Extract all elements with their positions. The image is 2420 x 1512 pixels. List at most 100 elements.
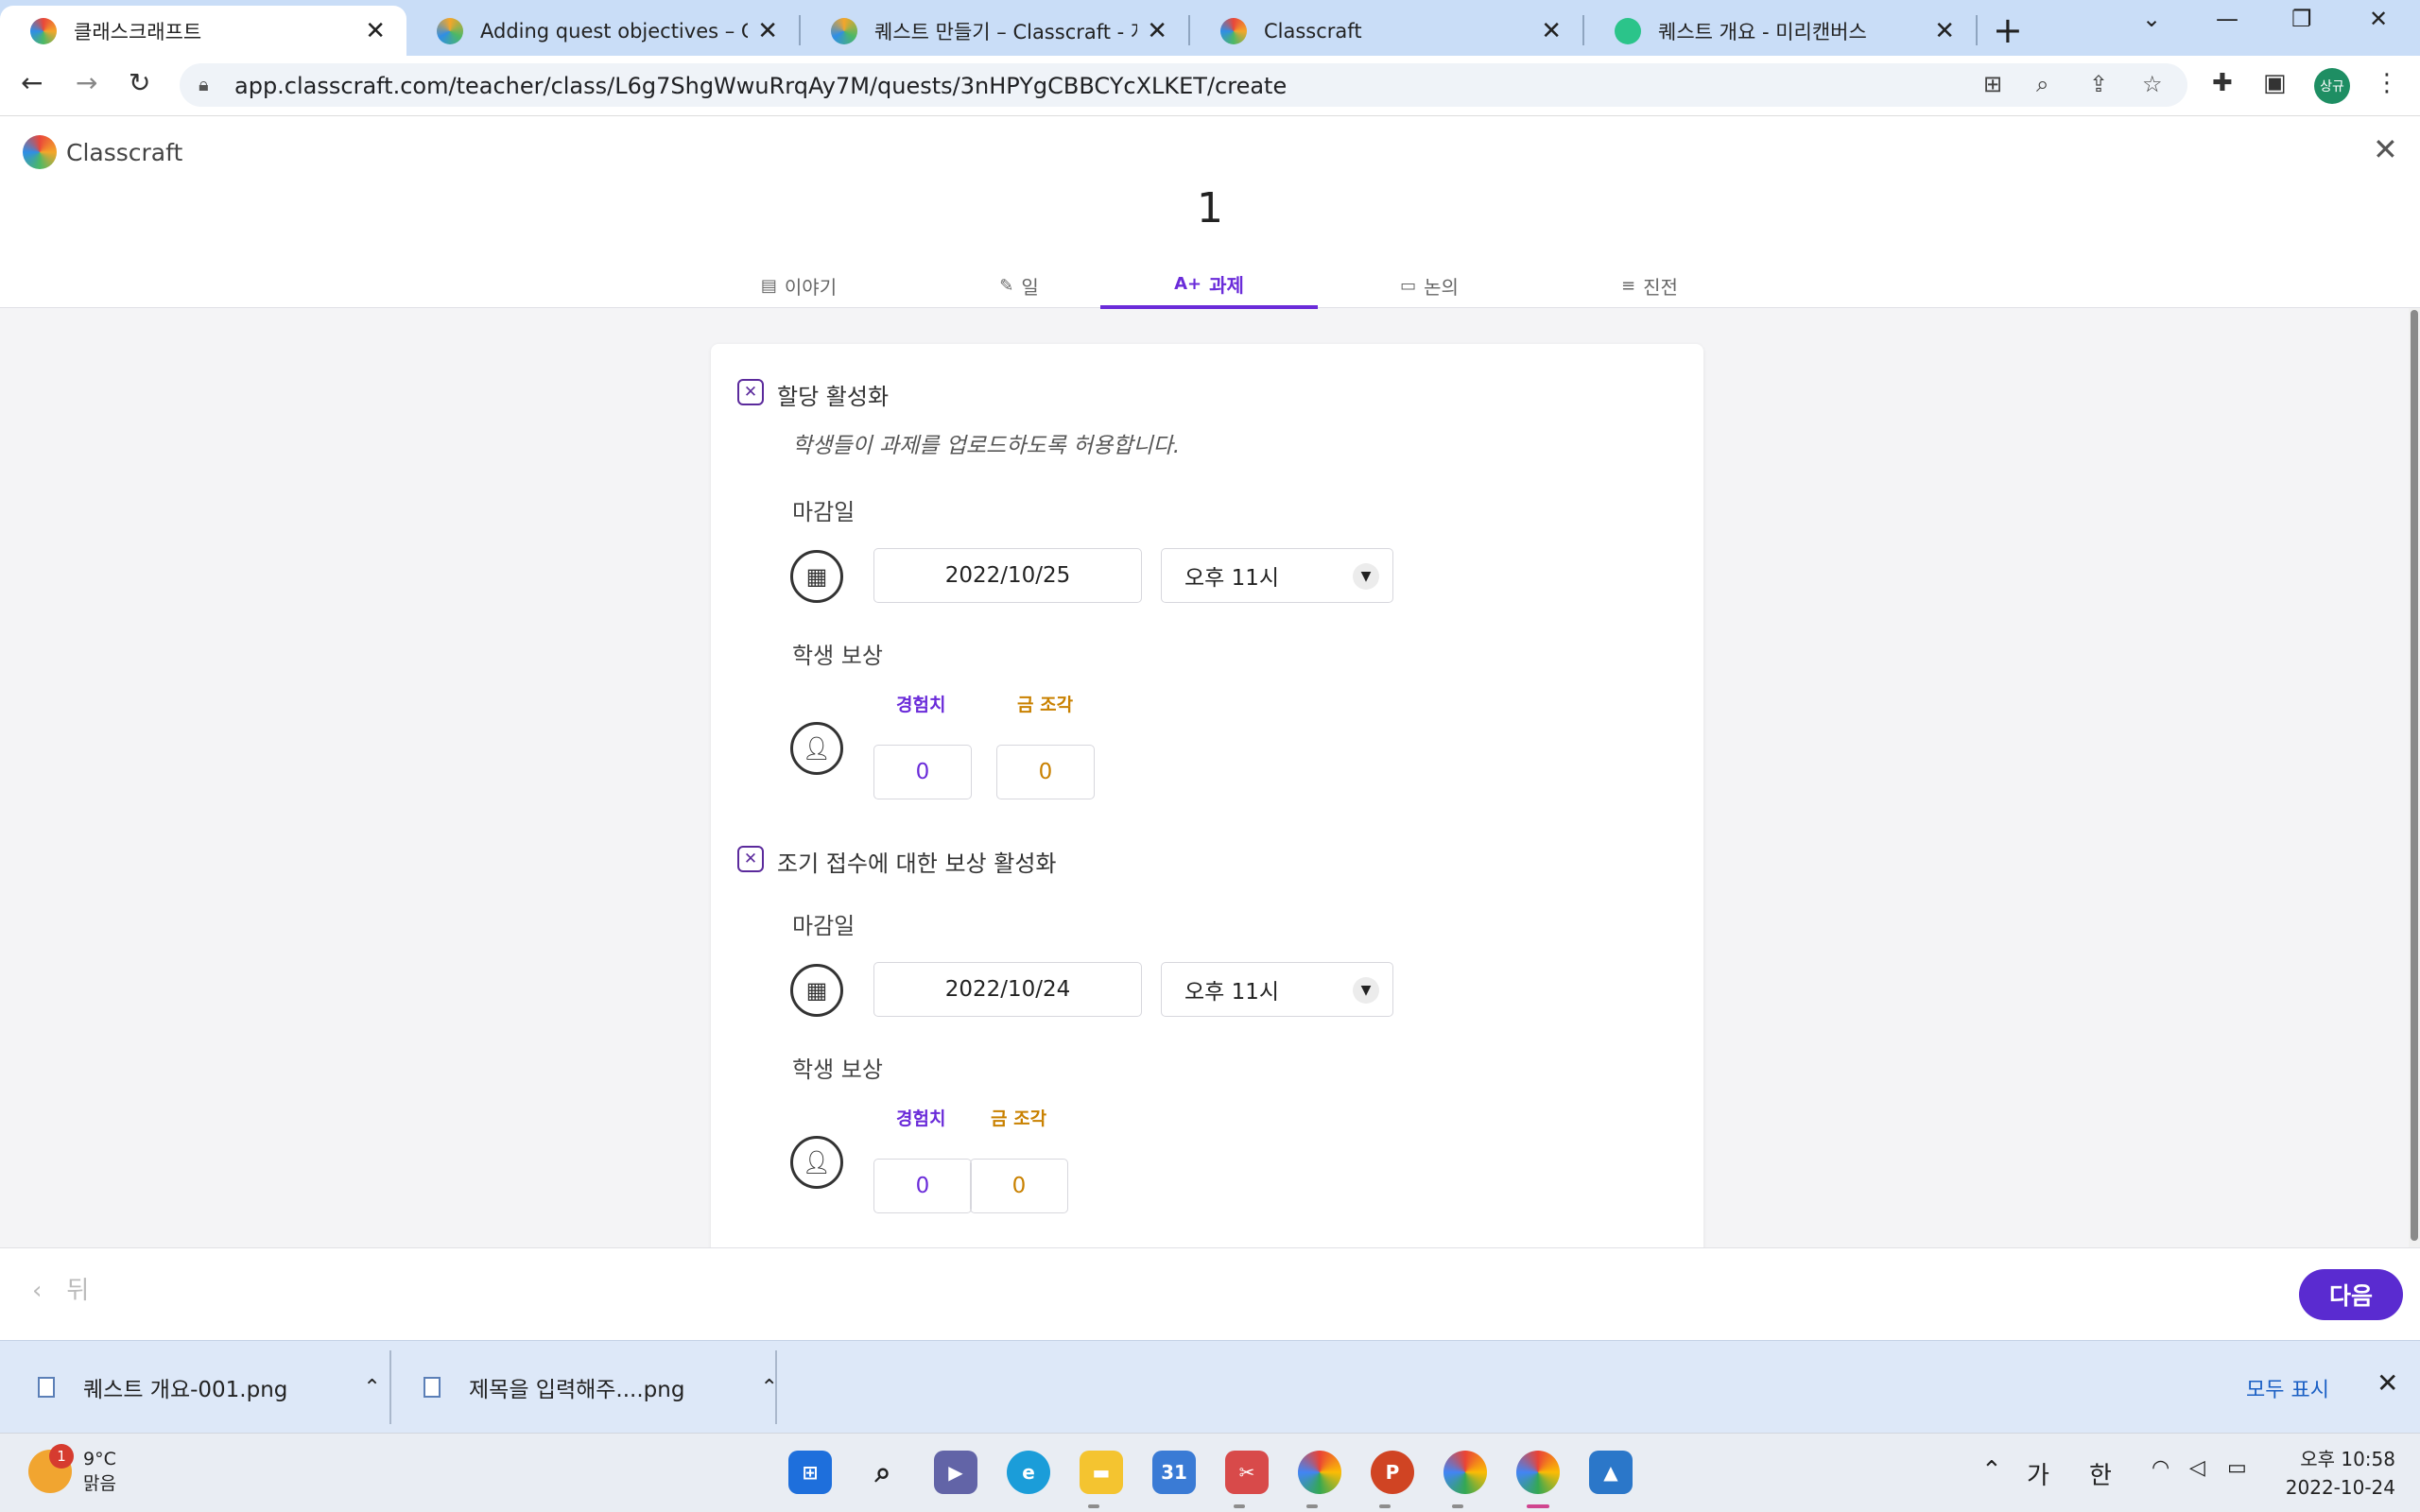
enable-early-reward-label: 조기 접수에 대한 보상 활성화	[777, 850, 1057, 877]
enable-assignment-checkbox[interactable]: ✕	[737, 379, 764, 405]
chrome-profile-icon[interactable]	[1443, 1451, 1487, 1494]
start-windows-icon[interactable]: ⊞	[788, 1451, 832, 1494]
minimize-icon[interactable]: —	[2216, 6, 2238, 32]
download-bar: 퀘스트 개요-001.png ⌃ 제목을 입력해주....png ⌃ 모두 표시…	[0, 1340, 2420, 1433]
classcraft-favicon-icon	[831, 17, 857, 44]
grade-icon: A+	[1174, 273, 1202, 294]
browser-tab-miricanvas[interactable]: 퀘스트 개요 - 미리캔버스 ✕	[1584, 6, 1976, 56]
back-arrow-icon[interactable]: ←	[21, 67, 43, 98]
clock[interactable]: 오후 10:58 2022-10-24	[2269, 1445, 2395, 1502]
tab-search-chevron-icon[interactable]: ⌄	[2142, 6, 2161, 32]
close-editor-icon[interactable]: ✕	[2373, 131, 2398, 167]
early-student-reward-label: 학생 보상	[792, 1057, 883, 1083]
classcraft-logo-icon	[23, 135, 57, 169]
quest-tabs: ▤ 이야기 ✎ 일 A+ 과제 ▭ 논의 ≡ 진전	[690, 262, 1730, 309]
forward-arrow-icon[interactable]: →	[76, 67, 97, 98]
browser-toolbar: ← → ↻ 🔒︎ app.classcraft.com/teacher/clas…	[0, 56, 2420, 116]
editor-footer: ‹ 뒤 다음	[0, 1247, 2420, 1340]
tab-assignment[interactable]: A+ 과제	[1100, 262, 1318, 309]
assignment-settings-card: ✕ 할당 활성화 학생들이 과제를 업로드하도록 허용합니다. 마감일 ▦ 20…	[711, 344, 1703, 1298]
enable-early-reward-checkbox[interactable]: ✕	[737, 846, 764, 872]
tab-close-icon[interactable]: ✕	[757, 17, 778, 45]
ime-language-indicator[interactable]: 한	[2089, 1456, 2112, 1491]
tray-chevron-up-icon[interactable]: ⌃	[1981, 1456, 2002, 1485]
browser-menu-icon[interactable]: ⋮	[2375, 69, 2399, 97]
dropdown-caret-icon: ▼	[1353, 563, 1379, 590]
calendar-app-icon[interactable]: 31	[1152, 1451, 1196, 1494]
next-button[interactable]: 다음	[2299, 1269, 2403, 1320]
tab-discussion[interactable]: ▭ 논의	[1321, 262, 1538, 309]
early-gold-label: 금 조각	[991, 1108, 1047, 1129]
file-explorer-icon[interactable]: ▬	[1080, 1451, 1123, 1494]
scrollbar-thumb[interactable]	[2411, 310, 2418, 1241]
early-due-date-label: 마감일	[792, 913, 856, 939]
ime-mode-indicator[interactable]: 가	[2027, 1456, 2049, 1491]
calendar-icon: ▦	[790, 964, 843, 1017]
due-date-input[interactable]: 2022/10/25	[873, 548, 1142, 603]
new-tab-plus-icon[interactable]: +	[1993, 9, 2023, 51]
tab-task[interactable]: ✎ 일	[910, 262, 1128, 309]
tab-close-icon[interactable]: ✕	[1147, 17, 1167, 45]
teams-chat-icon[interactable]: ▶	[934, 1451, 977, 1494]
extensions-puzzle-icon[interactable]: ✚	[2212, 69, 2233, 97]
browser-tab-adding-objectives[interactable]: Adding quest objectives – Class ✕	[406, 6, 799, 56]
window-close-icon[interactable]: ✕	[2369, 6, 2388, 32]
running-indicator	[1379, 1504, 1391, 1508]
search-icon[interactable]: ⌕	[861, 1451, 905, 1494]
address-bar[interactable]: 🔒︎ app.classcraft.com/teacher/class/L6g7…	[180, 63, 2187, 107]
temperature: 9°C	[83, 1449, 116, 1469]
book-icon: ▤	[760, 275, 777, 296]
early-due-date-input[interactable]: 2022/10/24	[873, 962, 1142, 1017]
chrome-active-icon[interactable]	[1516, 1451, 1560, 1494]
weather-widget[interactable]: 1 9°C 맑음	[28, 1444, 116, 1496]
close-download-bar-icon[interactable]: ✕	[2377, 1367, 2398, 1399]
weather-condition: 맑음	[83, 1473, 116, 1494]
url-text[interactable]: app.classcraft.com/teacher/class/L6g7Shg…	[234, 73, 1287, 99]
reload-icon[interactable]: ↻	[129, 67, 150, 98]
volume-icon[interactable]: ◁	[2189, 1456, 2205, 1480]
tab-progress[interactable]: ≡ 진전	[1541, 262, 1758, 309]
browser-tab-classcraft-ko[interactable]: 클래스크래프트 ✕	[0, 6, 406, 56]
tab-close-icon[interactable]: ✕	[1934, 17, 1955, 45]
early-xp-input[interactable]: 0	[873, 1159, 972, 1213]
early-gold-input[interactable]: 0	[970, 1159, 1068, 1213]
download-item[interactable]: 제목을 입력해주....png ⌃	[424, 1341, 778, 1434]
bookmark-star-icon[interactable]: ☆	[2142, 71, 2163, 97]
due-time-select[interactable]: 오후 11시 ▼	[1161, 548, 1393, 603]
share-icon[interactable]: ⇪	[2089, 71, 2108, 97]
show-all-downloads-link[interactable]: 모두 표시	[2246, 1373, 2329, 1403]
download-item[interactable]: 퀘스트 개요-001.png ⌃	[38, 1341, 381, 1434]
browser-tab-create-quest[interactable]: 퀘스트 만들기 – Classcraft - 지 ✕	[801, 6, 1188, 56]
clock-date: 2022-10-24	[2285, 1476, 2395, 1499]
browser-tab-classcraft[interactable]: Classcraft ✕	[1190, 6, 1582, 56]
powerpoint-icon[interactable]: P	[1371, 1451, 1414, 1494]
running-indicator	[1452, 1504, 1463, 1508]
snipping-tool-icon[interactable]: ✂	[1225, 1451, 1269, 1494]
classcraft-favicon-icon	[30, 17, 57, 44]
xp-input[interactable]: 0	[873, 745, 972, 799]
battery-icon[interactable]: ▭	[2227, 1456, 2247, 1480]
profile-avatar[interactable]: 상규	[2314, 68, 2350, 104]
translate-icon[interactable]: ⊞	[1983, 71, 2002, 97]
chrome-icon[interactable]	[1298, 1451, 1341, 1494]
back-button[interactable]: ‹ 뒤	[32, 1271, 89, 1306]
tab-close-icon[interactable]: ✕	[365, 17, 386, 45]
side-panel-icon[interactable]: ▣	[2263, 69, 2287, 97]
early-due-time-select[interactable]: 오후 11시 ▼	[1161, 962, 1393, 1017]
calendar-icon: ▦	[790, 550, 843, 603]
tab-close-icon[interactable]: ✕	[1541, 17, 1562, 45]
dropdown-caret-icon: ▼	[1353, 977, 1379, 1004]
wifi-icon[interactable]: ◠	[2152, 1456, 2169, 1480]
photos-icon[interactable]: ▲	[1589, 1451, 1633, 1494]
restore-icon[interactable]: ❐	[2291, 6, 2312, 32]
student-reward-label: 학생 보상	[792, 643, 883, 669]
zoom-icon[interactable]: ⌕	[2036, 71, 2048, 97]
quest-number: 1	[1197, 184, 1223, 232]
gold-input[interactable]: 0	[996, 745, 1095, 799]
chevron-up-icon[interactable]: ⌃	[363, 1376, 380, 1400]
browser-tabstrip: 클래스크래프트 ✕ Adding quest objectives – Clas…	[0, 0, 2420, 56]
tab-story[interactable]: ▤ 이야기	[690, 262, 908, 309]
edge-browser-icon[interactable]: e	[1007, 1451, 1050, 1494]
assignment-description: 학생들이 과제를 업로드하도록 허용합니다.	[792, 434, 1181, 458]
student-user-icon: 👤︎	[790, 722, 843, 775]
